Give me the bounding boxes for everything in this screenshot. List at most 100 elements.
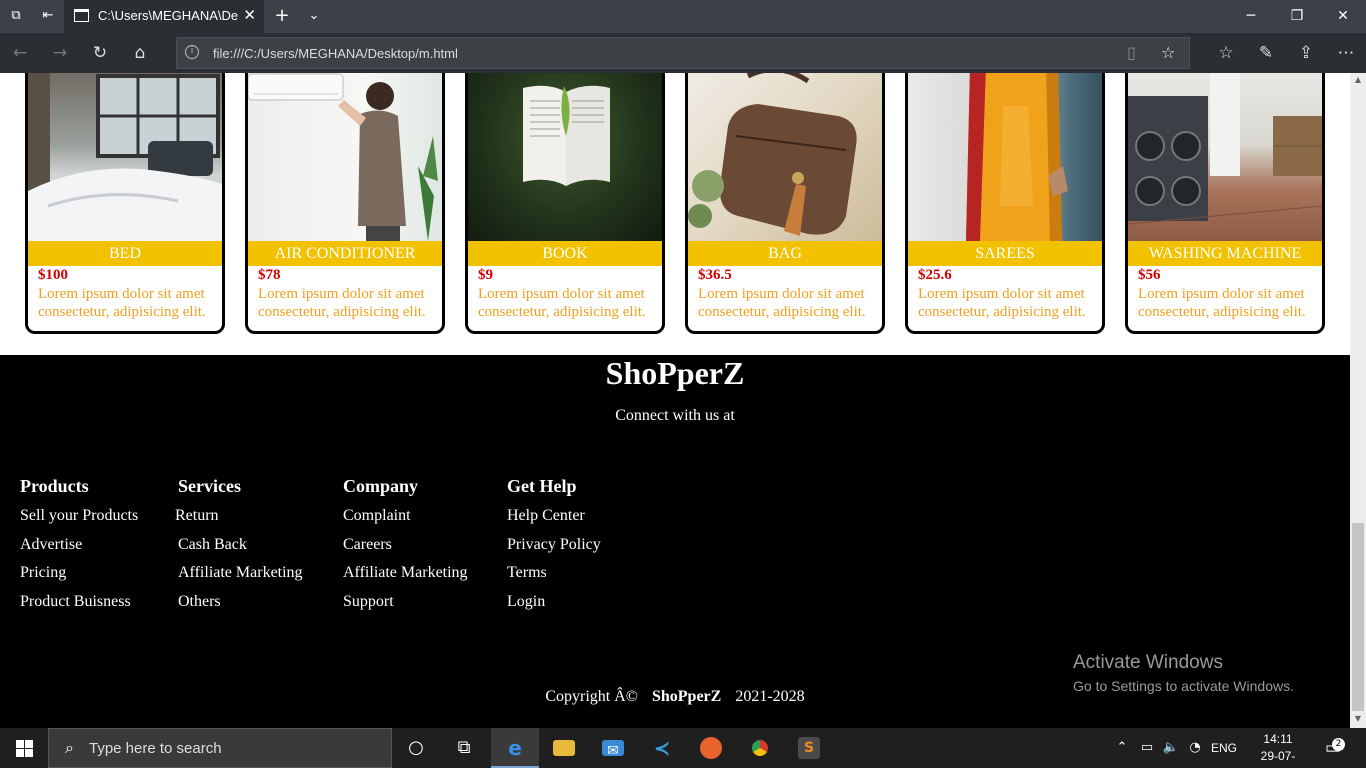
product-card[interactable]: BAG $36.5 Lorem ipsum dolor sit amet con… [685, 73, 885, 334]
back-icon[interactable]: ← [8, 41, 32, 65]
system-clock[interactable]: 14:11 29-07-2023 [1250, 731, 1306, 768]
footer-link[interactable]: Careers [343, 535, 468, 564]
more-icon[interactable]: ⋯ [1334, 41, 1358, 65]
battery-icon[interactable]: ▭ [1138, 728, 1156, 768]
windows-logo-icon-part [25, 740, 33, 748]
favorites-icon[interactable]: ☆ [1214, 41, 1238, 65]
address-bar[interactable]: i file:///C:/Users/MEGHANA/Desktop/m.htm… [176, 37, 1190, 69]
edge-icon[interactable]: e [491, 728, 539, 768]
web-note-icon[interactable]: ✎ [1254, 41, 1278, 65]
close-button[interactable]: ✕ [1320, 0, 1366, 33]
product-name: SAREES [908, 241, 1102, 266]
footer-link[interactable]: Terms [507, 563, 601, 592]
footer-link[interactable]: Cash Back [178, 535, 303, 564]
footer-link[interactable]: Product Buisness [20, 592, 138, 621]
product-description: Lorem ipsum dolor sit amet consectetur, … [698, 286, 866, 320]
footer-brand: ShoPperZ [605, 355, 745, 391]
browser-tab[interactable]: C:\Users\MEGHANA\Desktop\m.html ✕ [64, 0, 264, 33]
mail-icon[interactable]: ✉ [589, 728, 637, 768]
browser-titlebar: ⧉ ⇤ C:\Users\MEGHANA\Desktop\m.html ✕ + … [0, 0, 1366, 33]
vertical-scrollbar[interactable]: ▲ ▼ [1350, 73, 1366, 728]
bed-photo [28, 73, 222, 241]
tab-title: C:\Users\MEGHANA\Desktop\m.html [98, 8, 238, 23]
bed-illustration [28, 73, 222, 241]
product-name: AIR CONDITIONER [248, 241, 442, 266]
firefox-icon[interactable] [687, 728, 735, 768]
tab-actions-icon[interactable]: ⧉ [8, 8, 24, 24]
clock-time: 14:11 [1263, 732, 1293, 746]
tab-preview-chevron-icon[interactable]: ⌄ [306, 8, 322, 24]
forward-icon[interactable]: → [48, 41, 72, 65]
copyright-prefix: Copyright Â© [545, 688, 638, 705]
copyright-brand: ShoPperZ [651, 688, 722, 705]
products-section: BED $100 Lorem ipsum dolor sit amet cons… [0, 73, 1350, 355]
task-view-icon[interactable]: ⧉ [440, 728, 488, 768]
footer-link[interactable]: Privacy Policy [507, 535, 601, 564]
action-center-icon[interactable]: ▭2 [1318, 728, 1348, 768]
product-card[interactable]: BOOK $9 Lorem ipsum dolor sit amet conse… [465, 73, 665, 334]
cortana-icon[interactable]: ○ [392, 728, 440, 768]
start-button[interactable] [0, 728, 48, 768]
footer-link[interactable]: Affiliate Marketing [343, 563, 468, 592]
reading-view-icon[interactable]: ▯ [1127, 43, 1136, 62]
bag-illustration [688, 73, 857, 236]
vscode-icon[interactable]: ≺ [638, 728, 686, 768]
search-placeholder[interactable]: Type here to search [89, 740, 222, 757]
footer-link[interactable]: Others [178, 592, 303, 621]
product-card[interactable]: WASHING MACHINE $56 Lorem ipsum dolor si… [1125, 73, 1325, 334]
show-hidden-icons-chevron[interactable]: ⌃ [1114, 728, 1130, 768]
air-conditioner-photo [248, 73, 442, 241]
search-icon: ⌕ [65, 738, 74, 757]
product-price: $100 [38, 267, 68, 283]
scroll-thumb[interactable] [1352, 523, 1364, 711]
favorite-star-icon[interactable]: ☆ [1161, 43, 1175, 62]
windows-logo-icon [16, 740, 24, 748]
footer-column-products: Products Sell your Products Advertise Pr… [20, 476, 138, 620]
scroll-up-icon[interactable]: ▲ [1353, 75, 1363, 84]
product-card[interactable]: BED $100 Lorem ipsum dolor sit amet cons… [25, 73, 225, 334]
footer-link[interactable]: Help Center [507, 506, 601, 535]
language-indicator[interactable]: ENG [1208, 728, 1240, 768]
new-tab-icon[interactable]: + [274, 7, 290, 25]
footer-link[interactable]: Login [507, 592, 601, 621]
watermark-line-2: Go to Settings to activate Windows. [1073, 678, 1294, 694]
watermark-line-1: Activate Windows [1073, 652, 1223, 673]
clock-date: 29-07-2023 [1260, 749, 1296, 768]
tab-close-icon[interactable]: ✕ [243, 6, 256, 24]
product-description: Lorem ipsum dolor sit amet consectetur, … [38, 286, 206, 320]
network-icon[interactable]: ◔ [1186, 728, 1204, 768]
chrome-icon[interactable] [736, 728, 784, 768]
saree-photo [908, 73, 1102, 241]
book-illustration [523, 85, 610, 186]
scroll-down-icon[interactable]: ▼ [1353, 714, 1363, 723]
washing-machine-photo [1128, 73, 1322, 241]
refresh-icon[interactable]: ↻ [88, 41, 112, 65]
info-icon[interactable]: i [185, 45, 199, 59]
share-icon[interactable]: ⇪ [1294, 41, 1318, 65]
footer-link[interactable]: Complaint [343, 506, 468, 535]
taskbar-search[interactable]: ⌕ Type here to search [48, 728, 392, 768]
footer-link[interactable]: Return [175, 506, 303, 535]
footer-link[interactable]: Affiliate Marketing [178, 563, 303, 592]
product-name: BAG [688, 241, 882, 266]
product-description: Lorem ipsum dolor sit amet consectetur, … [478, 286, 646, 320]
air-conditioner-illustration [248, 73, 438, 241]
page-content: BED $100 Lorem ipsum dolor sit amet cons… [0, 73, 1350, 728]
volume-icon[interactable]: 🔈 [1162, 728, 1180, 768]
address-text[interactable]: file:///C:/Users/MEGHANA/Desktop/m.html [213, 46, 458, 61]
footer-column-company: Company Complaint Careers Affiliate Mark… [343, 476, 468, 620]
product-card[interactable]: AIR CONDITIONER $78 Lorem ipsum dolor si… [245, 73, 445, 334]
restore-button[interactable]: ❐ [1274, 0, 1320, 33]
footer-link[interactable]: Pricing [20, 563, 138, 592]
footer-link[interactable]: Sell your Products [20, 506, 138, 535]
footer-link[interactable]: Support [343, 592, 468, 621]
washing-machine-illustration [1128, 73, 1322, 225]
bag-photo [688, 73, 882, 241]
home-icon[interactable]: ⌂ [128, 41, 152, 65]
footer-link[interactable]: Advertise [20, 535, 138, 564]
sublime-icon[interactable]: S [785, 728, 833, 768]
file-explorer-icon[interactable] [540, 728, 588, 768]
product-card[interactable]: SAREES $25.6 Lorem ipsum dolor sit amet … [905, 73, 1105, 334]
minimize-button[interactable]: ─ [1228, 0, 1274, 33]
set-tabs-aside-icon[interactable]: ⇤ [40, 8, 56, 24]
